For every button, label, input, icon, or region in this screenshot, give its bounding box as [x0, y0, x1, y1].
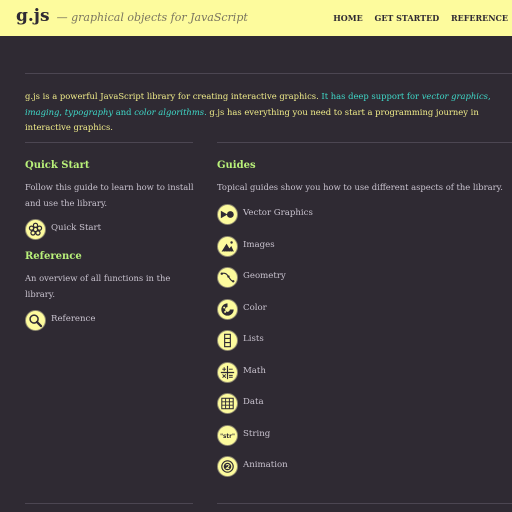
math-icon [217, 362, 238, 383]
string-icon: "str" [217, 425, 238, 446]
nav-get-started[interactable]: GET STARTED [374, 13, 439, 23]
nav-reference[interactable]: REFERENCE [451, 13, 508, 23]
quick-start-link-label: Quick Start [51, 223, 102, 233]
guide-animation-label: Animation [243, 460, 288, 470]
guide-lists-label: Lists [243, 334, 264, 344]
brand-tagline: — graphical objects for JavaScript [56, 11, 248, 24]
guide-string[interactable]: "str" String [217, 425, 357, 447]
image-icon [217, 236, 238, 257]
reference-heading: Reference [25, 251, 82, 262]
svg-text:"str": "str" [220, 434, 235, 440]
guide-vector-graphics[interactable]: Vector Graphics [217, 204, 357, 226]
guides-heading: Guides [217, 160, 256, 171]
guide-images[interactable]: Images [217, 236, 357, 258]
animation-icon [217, 456, 238, 477]
guide-color[interactable]: Color [217, 299, 357, 321]
guide-geometry-label: Geometry [243, 271, 286, 281]
quick-start-description: Follow this guide to learn how to instal… [25, 182, 194, 208]
guide-math-label: Math [243, 366, 266, 376]
divider-left [25, 142, 193, 143]
link-imaging[interactable]: imaging [25, 107, 59, 117]
quick-start-heading: Quick Start [25, 160, 90, 171]
divider-right [217, 142, 512, 143]
guide-math[interactable]: Math [217, 362, 357, 384]
link-typography[interactable]: typography [65, 107, 113, 117]
guide-images-label: Images [243, 240, 275, 250]
main-nav: HOME GET STARTED REFERENCE [324, 13, 508, 23]
divider-top [25, 73, 512, 74]
vector-icon [217, 204, 238, 225]
palette-icon [217, 299, 238, 320]
guide-color-label: Color [243, 303, 267, 313]
guide-lists[interactable]: Lists [217, 330, 357, 352]
guide-data[interactable]: Data [217, 393, 357, 415]
geometry-icon [217, 267, 238, 288]
guide-animation[interactable]: Animation [217, 456, 357, 478]
divider-bottom-left [25, 503, 193, 504]
reference-link-label: Reference [51, 314, 96, 324]
guide-vector-graphics-label: Vector Graphics [243, 208, 313, 218]
guide-data-label: Data [243, 397, 264, 407]
guide-string-label: String [243, 429, 271, 439]
top-bar: g.js — graphical objects for JavaScript … [0, 0, 512, 36]
reference-link[interactable]: Reference [25, 310, 155, 332]
brand-name[interactable]: g.js [16, 6, 50, 26]
divider-bottom-right [217, 503, 512, 504]
link-color-algorithms[interactable]: color algorithms [134, 107, 204, 117]
link-vector-graphics[interactable]: vector graphics [422, 91, 488, 101]
quick-start-link[interactable]: Quick Start [25, 219, 155, 241]
magnifier-icon [25, 310, 46, 331]
data-icon [217, 393, 238, 414]
intro-paragraph: g.js is a powerful JavaScript library fo… [25, 91, 491, 132]
reference-description: An overview of all functions in the libr… [25, 273, 171, 299]
flower-icon [25, 219, 46, 240]
brand[interactable]: g.js — graphical objects for JavaScript [16, 6, 248, 26]
list-icon [217, 330, 238, 351]
guides-description: Topical guides show you how to use diffe… [217, 182, 503, 192]
nav-home[interactable]: HOME [333, 13, 362, 23]
guide-geometry[interactable]: Geometry [217, 267, 357, 289]
